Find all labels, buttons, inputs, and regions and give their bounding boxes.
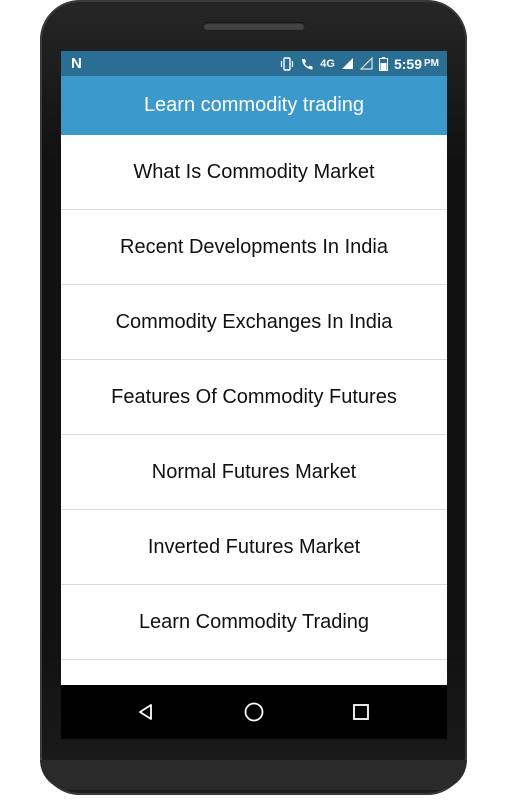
status-icons: 4G 5:59 PM [280,53,439,74]
recents-icon[interactable] [348,699,374,725]
clock: 5:59 PM [394,56,439,72]
clock-ampm: PM [424,58,439,69]
list-item[interactable]: Recent Developments In India [61,210,447,285]
list-item[interactable]: What Is Commodity Market [61,135,447,210]
app-title: Learn commodity trading [143,94,365,116]
list-item-label: Features Of Commodity Futures [111,385,397,408]
signal-icon [341,57,354,70]
signal-empty-icon [359,57,373,70]
list-item-label: Recent Developments In India [120,235,388,258]
list-item-label: Normal Futures Market [151,460,357,483]
vibrate-icon [280,56,294,71]
navigation-bar [61,685,447,739]
list-item[interactable]: Learn Commodity Trading [61,585,447,660]
back-icon[interactable] [133,699,159,725]
list-item-label: What Is Commodity Market [133,160,375,183]
list-item-partial[interactable] [61,660,447,685]
network-type-label: 4G [320,57,335,70]
home-icon[interactable] [241,699,267,725]
list-item-label: Commodity Exchanges In India [115,310,393,333]
list-item[interactable]: Inverted Futures Market [61,510,447,585]
phone-speaker [203,22,305,30]
volte-call-icon [300,57,314,71]
status-bar: N 4G 5:59 PM [61,51,447,76]
app-bar: Learn commodity trading [61,76,447,135]
clock-time: 5:59 [393,55,422,72]
list-item[interactable]: Normal Futures Market [61,435,447,510]
list-item[interactable]: Features Of Commodity Futures [61,360,447,435]
list-item[interactable]: Commodity Exchanges In India [61,285,447,360]
list-item-label: Learn Commodity Trading [138,610,370,633]
phone-bottom-edge [40,760,467,790]
screen: N 4G 5:59 PM Learn commodity trading Wha… [61,51,447,685]
battery-icon [378,56,388,71]
topic-list: What Is Commodity Market Recent Developm… [61,135,447,685]
n-notification-icon: N [71,55,82,72]
list-item-label: Inverted Futures Market [147,535,361,558]
